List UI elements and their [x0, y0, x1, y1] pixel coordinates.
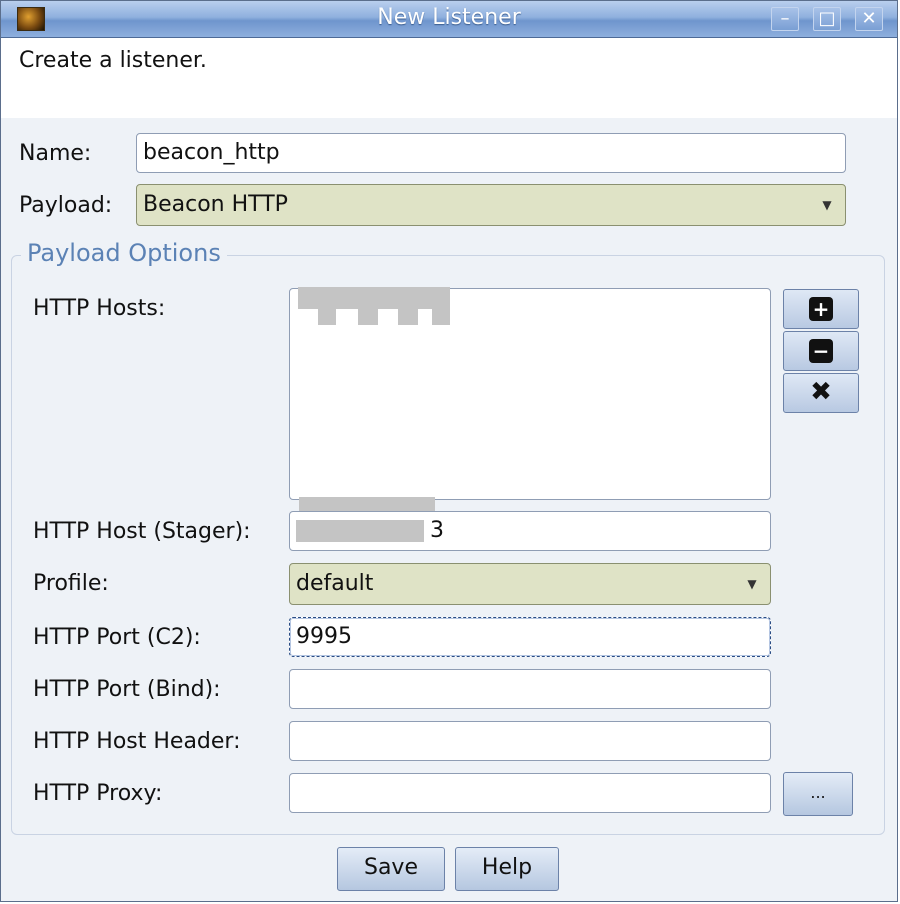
profile-select-value: default: [296, 571, 374, 596]
http-proxy-field[interactable]: [289, 773, 771, 813]
payload-label: Payload:: [19, 193, 113, 218]
http-port-bind-field[interactable]: [289, 669, 771, 709]
http-host-stager-field[interactable]: 3: [289, 511, 771, 551]
save-button[interactable]: Save: [337, 847, 445, 891]
help-button[interactable]: Help: [455, 847, 559, 891]
http-port-c2-field[interactable]: 9995: [289, 617, 771, 657]
minimize-button[interactable]: –: [771, 7, 799, 31]
http-port-c2-label: HTTP Port (C2):: [33, 625, 201, 650]
http-port-bind-label: HTTP Port (Bind):: [33, 677, 221, 702]
http-proxy-label: HTTP Proxy:: [33, 781, 163, 806]
chevron-down-icon: ▼: [822, 198, 832, 212]
new-listener-dialog: New Listener – □ ✕ Create a listener. Na…: [0, 0, 898, 902]
profile-select[interactable]: default ▼: [289, 563, 771, 605]
title-bar[interactable]: New Listener – □ ✕: [1, 1, 897, 38]
http-host-header-field[interactable]: [289, 721, 771, 761]
redacted-host: [358, 309, 378, 325]
http-host-stager-label: HTTP Host (Stager):: [33, 519, 251, 544]
chevron-down-icon: ▼: [747, 577, 757, 591]
profile-label: Profile:: [33, 571, 109, 596]
http-host-header-label: HTTP Host Header:: [33, 729, 241, 754]
remove-host-button[interactable]: −: [783, 331, 859, 371]
name-label: Name:: [19, 141, 92, 166]
redacted-host: [318, 309, 336, 325]
x-icon: ✖: [810, 377, 832, 407]
redacted-stager-value: [296, 520, 424, 542]
redacted-host: [432, 309, 450, 325]
proxy-config-button[interactable]: ...: [783, 772, 853, 816]
redacted-host: [398, 309, 418, 325]
description-panel: Create a listener.: [1, 38, 897, 118]
payload-options-title: Payload Options: [21, 239, 227, 267]
maximize-button[interactable]: □: [813, 7, 841, 31]
description-text: Create a listener.: [19, 48, 207, 73]
payload-select[interactable]: Beacon HTTP ▼: [136, 184, 846, 226]
add-host-button[interactable]: +: [783, 289, 859, 329]
stager-value-suffix: 3: [430, 518, 444, 543]
plus-icon: +: [809, 297, 833, 321]
http-hosts-label: HTTP Hosts:: [33, 296, 166, 321]
clear-hosts-button[interactable]: ✖: [783, 373, 859, 413]
minus-icon: −: [809, 339, 833, 363]
window-title: New Listener: [377, 5, 521, 30]
name-field[interactable]: beacon_http: [136, 133, 846, 173]
close-button[interactable]: ✕: [855, 7, 883, 31]
payload-select-value: Beacon HTTP: [143, 192, 288, 217]
http-hosts-list[interactable]: [289, 287, 771, 500]
redacted-host: [298, 287, 450, 309]
